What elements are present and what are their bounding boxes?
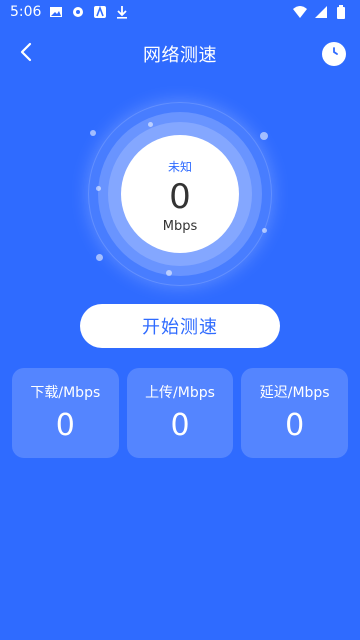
back-button[interactable]: [12, 40, 40, 68]
stat-label: 延迟/Mbps: [259, 385, 330, 401]
start-test-button[interactable]: 开始测速: [80, 304, 280, 348]
stat-card-download: 下载/Mbps 0: [12, 368, 119, 458]
signal-icon: [314, 5, 328, 19]
a-icon: [93, 5, 107, 19]
stat-label: 上传/Mbps: [145, 385, 215, 401]
decor-dot: [90, 130, 96, 136]
decor-dot: [148, 122, 153, 127]
stat-value: 0: [170, 408, 190, 443]
speed-gauge: 未知 0 Mbps: [88, 102, 272, 286]
stat-value: 0: [55, 408, 75, 443]
settings-gear-icon: [71, 5, 85, 19]
history-button[interactable]: [322, 42, 346, 66]
image-icon: [49, 5, 63, 19]
gauge-value: 0: [169, 177, 191, 217]
decor-dot: [262, 228, 267, 233]
gauge-status: 未知: [167, 160, 192, 174]
stat-card-upload: 上传/Mbps 0: [126, 368, 234, 458]
wifi-icon: [292, 5, 307, 19]
status-left: 5:06: [10, 4, 129, 20]
decor-dot: [166, 270, 172, 276]
stat-value: 0: [285, 408, 305, 443]
status-right: [292, 5, 350, 19]
decor-dot: [96, 254, 103, 261]
stat-card-latency: 延迟/Mbps 0: [241, 368, 349, 458]
decor-dot: [260, 132, 268, 140]
battery-icon: [336, 5, 350, 19]
gauge-core: 未知 0 Mbps: [121, 135, 239, 253]
page-title: 网络测速: [143, 45, 217, 66]
chevron-left-icon: [19, 42, 33, 66]
download-icon: [115, 5, 129, 19]
header: 网络测速: [0, 34, 360, 74]
gauge-unit: Mbps: [162, 219, 198, 234]
clock-icon: [326, 44, 342, 64]
decor-dot: [96, 186, 101, 191]
stats-cards: 下载/Mbps 0 上传/Mbps 0 延迟/Mbps 0: [12, 368, 349, 458]
status-time: 5:06: [10, 4, 42, 20]
stat-label: 下载/Mbps: [30, 385, 101, 401]
status-bar: 5:06: [0, 0, 360, 24]
